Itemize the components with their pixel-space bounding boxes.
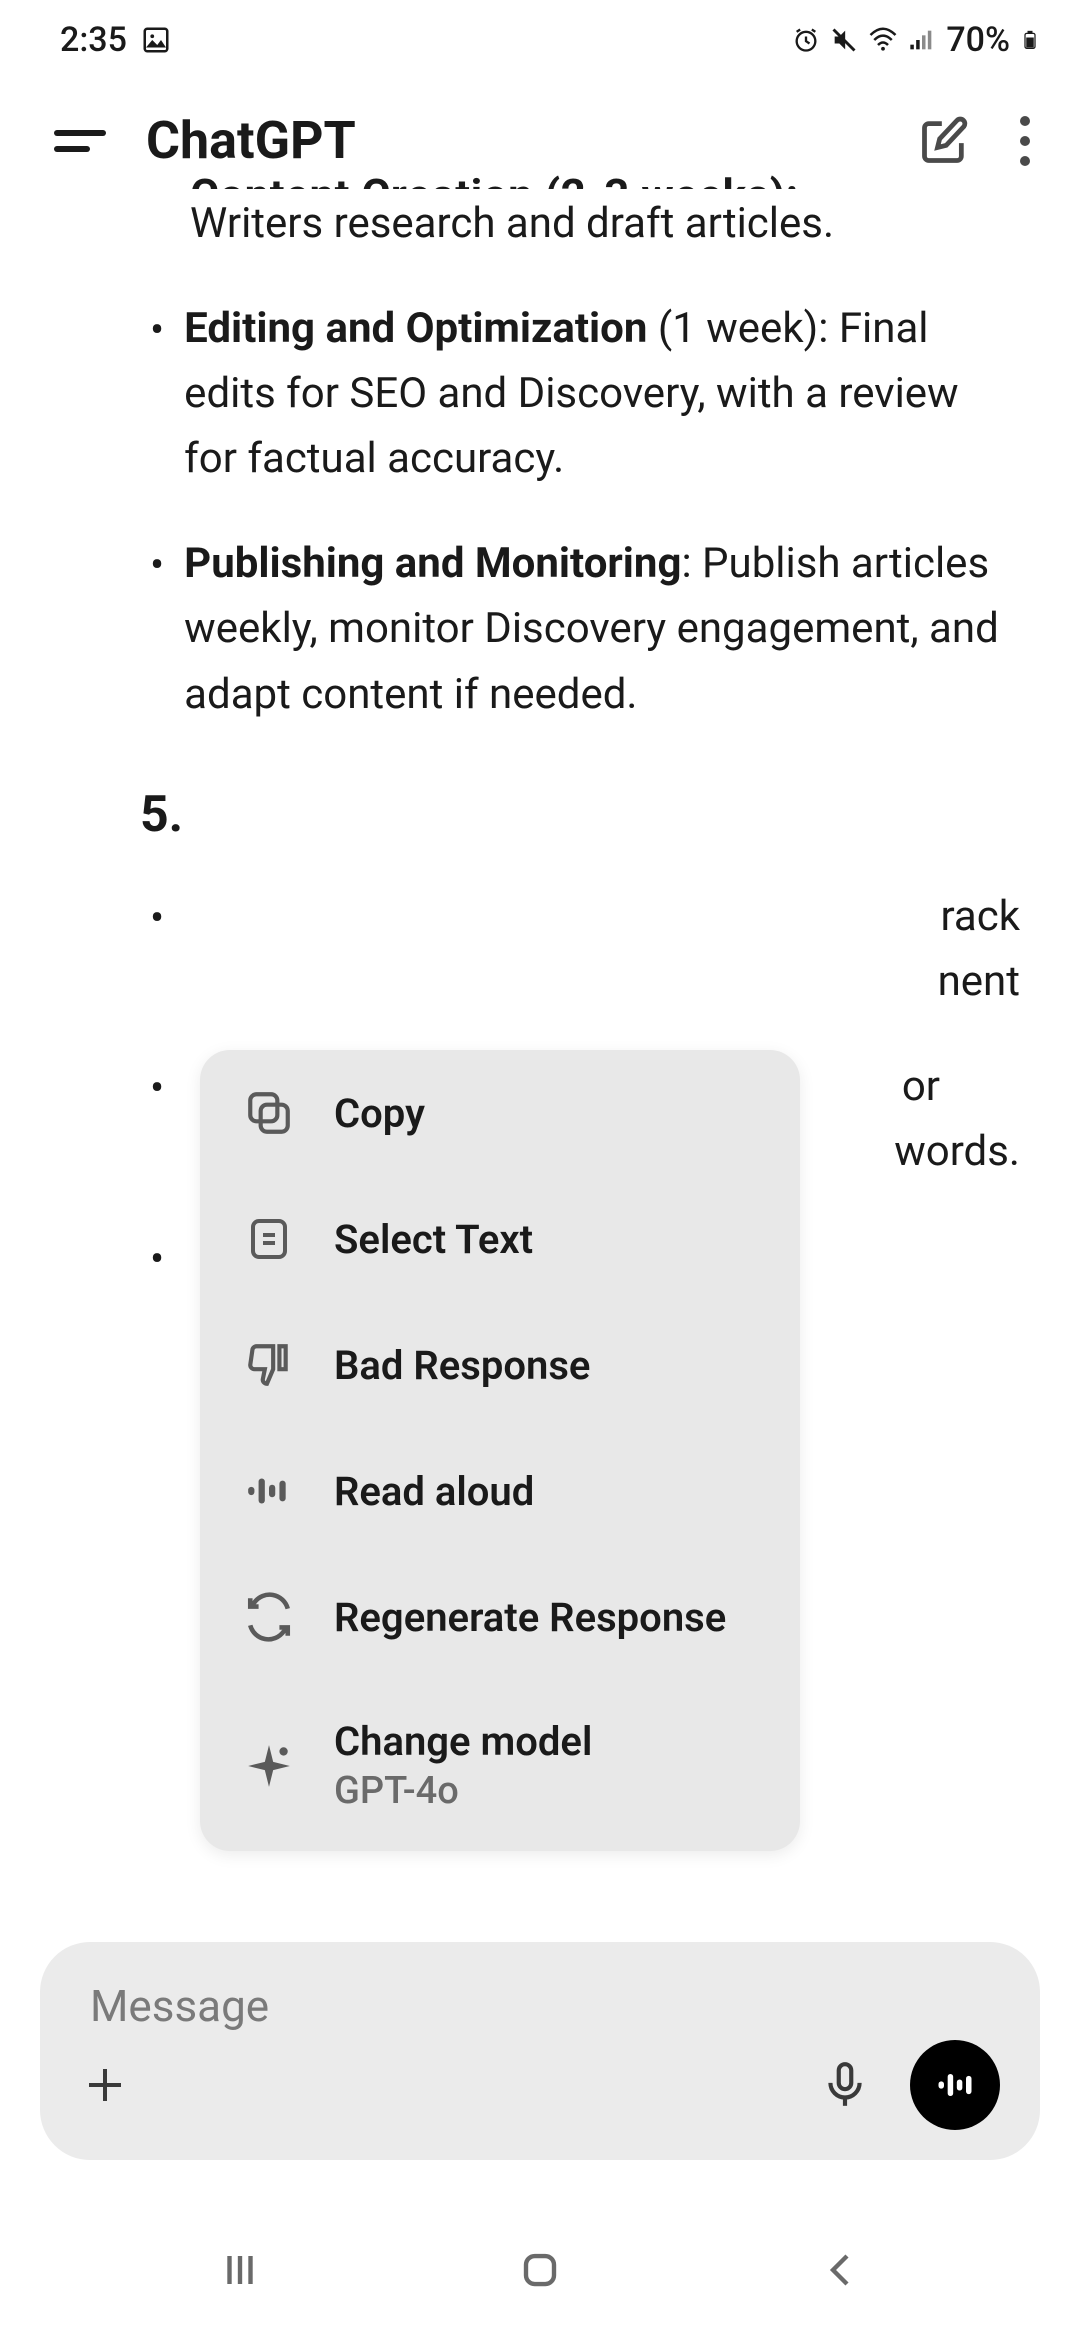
status-left: 2:35: [60, 20, 171, 60]
alarm-icon: [792, 26, 820, 54]
bullet: •: [150, 1056, 164, 1184]
bullet-text-3: rack nent: [184, 884, 1020, 1014]
menu-model-name: GPT-4o: [334, 1769, 592, 1813]
copy-icon: [244, 1088, 294, 1138]
message-input-bar[interactable]: Message: [40, 1942, 1040, 2160]
menu-copy-label: Copy: [334, 1090, 425, 1137]
system-nav-bar: [0, 2200, 1080, 2340]
more-icon[interactable]: [1020, 116, 1030, 166]
menu-select-text[interactable]: Select Text: [200, 1176, 800, 1302]
status-time: 2:35: [60, 20, 127, 60]
message-input-placeholder[interactable]: Message: [80, 1972, 1000, 2040]
compose-icon[interactable]: [918, 115, 970, 167]
menu-read-aloud[interactable]: Read aloud: [200, 1428, 800, 1554]
menu-copy[interactable]: Copy: [200, 1050, 800, 1176]
refresh-icon: [244, 1592, 294, 1642]
item0-text: Writers research and draft articles.: [190, 199, 834, 248]
sparkle-icon: [244, 1741, 294, 1791]
bullet-text-1: Editing and Optimization (1 week): Final…: [184, 296, 1020, 491]
menu-select-text-label: Select Text: [334, 1216, 533, 1263]
mute-icon: [830, 26, 858, 54]
thumbs-down-icon: [244, 1340, 294, 1390]
recents-button[interactable]: [210, 2240, 270, 2300]
back-button[interactable]: [810, 2240, 870, 2300]
context-menu: Copy Select Text Bad Response Read aloud…: [200, 1050, 800, 1851]
bullet-text-2: Publishing and Monitoring: Publish artic…: [184, 531, 1020, 726]
menu-regenerate-label: Regenerate Response: [334, 1594, 726, 1641]
select-text-icon: [244, 1214, 294, 1264]
menu-read-aloud-label: Read aloud: [334, 1468, 534, 1515]
section-number: 5.: [140, 777, 1020, 855]
menu-change-model-label: Change model: [334, 1718, 592, 1765]
bullet: •: [150, 886, 164, 1014]
voice-input-button[interactable]: [910, 2040, 1000, 2130]
menu-change-model[interactable]: Change model GPT-4o: [200, 1680, 800, 1851]
status-right: 70%: [792, 20, 1040, 60]
add-attachment-icon[interactable]: [80, 2060, 130, 2110]
audio-wave-icon: [244, 1466, 294, 1516]
menu-icon[interactable]: [50, 121, 106, 161]
menu-regenerate[interactable]: Regenerate Response: [200, 1554, 800, 1680]
bullet: •: [150, 1227, 164, 1292]
menu-bad-response[interactable]: Bad Response: [200, 1302, 800, 1428]
battery-percent: 70%: [946, 20, 1010, 60]
item0-cutoff: Content Creation (2-3 weeks):: [190, 161, 799, 189]
battery-icon: [1020, 25, 1040, 55]
microphone-icon[interactable]: [820, 2060, 870, 2110]
wifi-icon: [868, 25, 898, 55]
home-button[interactable]: [510, 2240, 570, 2300]
menu-bad-response-label: Bad Response: [334, 1342, 590, 1389]
status-bar: 2:35 70%: [0, 0, 1080, 80]
bullet: •: [150, 298, 164, 491]
signal-icon: [908, 26, 936, 54]
bullet: •: [150, 533, 164, 726]
image-icon: [141, 25, 171, 55]
